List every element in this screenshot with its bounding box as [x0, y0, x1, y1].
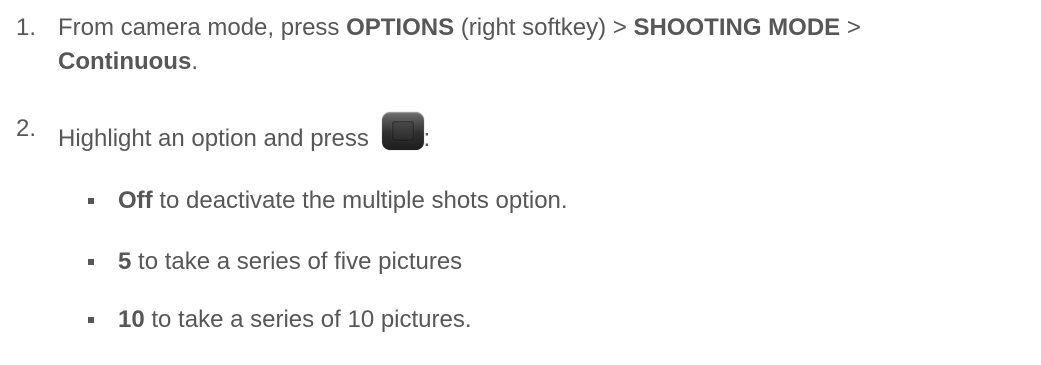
instruction-document: 1. From camera mode, press OPTIONS (righ… [0, 0, 1041, 365]
step-1: 1. From camera mode, press OPTIONS (righ… [16, 11, 1036, 79]
list-item-text: Off to deactivate the multiple shots opt… [118, 186, 988, 216]
center-key-icon [381, 112, 424, 150]
step-text: Highlight an option and press : [58, 112, 1036, 156]
option-description: to deactivate the multiple shots option. [152, 187, 568, 214]
option-value: 5 [118, 248, 132, 275]
option-description: to take a series of five pictures [131, 248, 463, 275]
square-bullet-icon [88, 317, 94, 323]
step-2: 2. Highlight an option and press : [16, 112, 1036, 156]
option-value: Off [118, 187, 153, 214]
list-item: 5 to take a series of five pictures [88, 247, 988, 277]
step-text-part: Highlight an option and press [58, 125, 376, 152]
step-number: 2. [16, 115, 37, 142]
step-number: 1. [16, 14, 37, 41]
step-text-part: From camera mode, press [58, 14, 347, 41]
list-item: 10 to take a series of 10 pictures. [88, 305, 988, 335]
step-text-part: : [423, 125, 431, 152]
step-text-part: (right softkey) > [454, 14, 634, 41]
shooting-mode-menu-name: SHOOTING MODE [633, 14, 841, 41]
step-text: From camera mode, press OPTIONS (right s… [58, 11, 1036, 79]
option-description: to take a series of 10 pictures. [144, 306, 472, 333]
continuous-menu-name: Continuous [58, 48, 192, 75]
square-bullet-icon [88, 198, 94, 204]
options-key-name: OPTIONS [346, 14, 455, 41]
list-item-text: 5 to take a series of five pictures [118, 247, 988, 277]
square-bullet-icon [88, 259, 94, 265]
step-text-part: > [840, 14, 861, 41]
list-item-text: 10 to take a series of 10 pictures. [118, 305, 988, 335]
center-key-inner [391, 121, 414, 141]
option-value: 10 [118, 306, 145, 333]
list-item: Off to deactivate the multiple shots opt… [88, 186, 988, 216]
step-text-part: . [191, 48, 198, 75]
